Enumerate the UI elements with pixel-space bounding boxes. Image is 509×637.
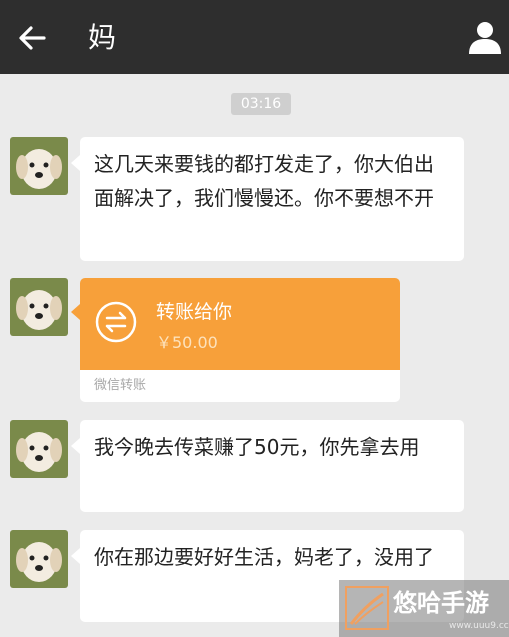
message-text: 我今晚去传菜赚了50元，你先拿去用 [94,435,420,459]
contact-name: 妈 [88,21,117,54]
message-bubble[interactable]: 我今晚去传菜赚了50元，你先拿去用 [71,420,464,512]
dog-avatar-icon [10,278,68,336]
site-watermark: 悠哈手游 www.uuu9.cc [339,580,509,637]
avatar[interactable] [10,420,68,478]
dog-avatar-icon [10,137,68,195]
avatar[interactable] [10,137,68,195]
dog-avatar-icon [10,420,68,478]
transfer-arrows-icon [95,301,137,343]
watermark-text: 悠哈手游 [393,589,489,617]
transfer-amount: ￥50.00 [156,333,218,352]
message-timestamp: 03:16 [231,93,291,115]
transfer-card-body: 转账给你 ￥50.00 [71,278,400,370]
transfer-card-footer: 微信转账 [80,370,400,402]
chat-header: 妈 [0,0,509,74]
arrow-left-icon [19,26,46,50]
message-text: 这几天来要钱的都打发走了，你大伯出面解决了，我们慢慢还。你不要想不开 [94,152,434,210]
transfer-title: 转账给你 [156,301,233,323]
avatar[interactable] [10,530,68,588]
avatar[interactable] [10,278,68,336]
back-button[interactable] [14,20,50,56]
person-icon [469,22,501,54]
message-text: 你在那边要好好生活，妈老了，没用了 [94,545,434,569]
watermark-logo-icon [345,586,389,630]
watermark-url: www.uuu9.cc [449,621,509,631]
transfer-card[interactable]: 转账给你 ￥50.00 微信转账 [71,278,400,402]
transfer-source-label: 微信转账 [94,378,147,393]
message-bubble[interactable]: 这几天来要钱的都打发走了，你大伯出面解决了，我们慢慢还。你不要想不开 [71,137,464,261]
contact-profile-button[interactable] [465,16,505,56]
dog-avatar-icon [10,530,68,588]
